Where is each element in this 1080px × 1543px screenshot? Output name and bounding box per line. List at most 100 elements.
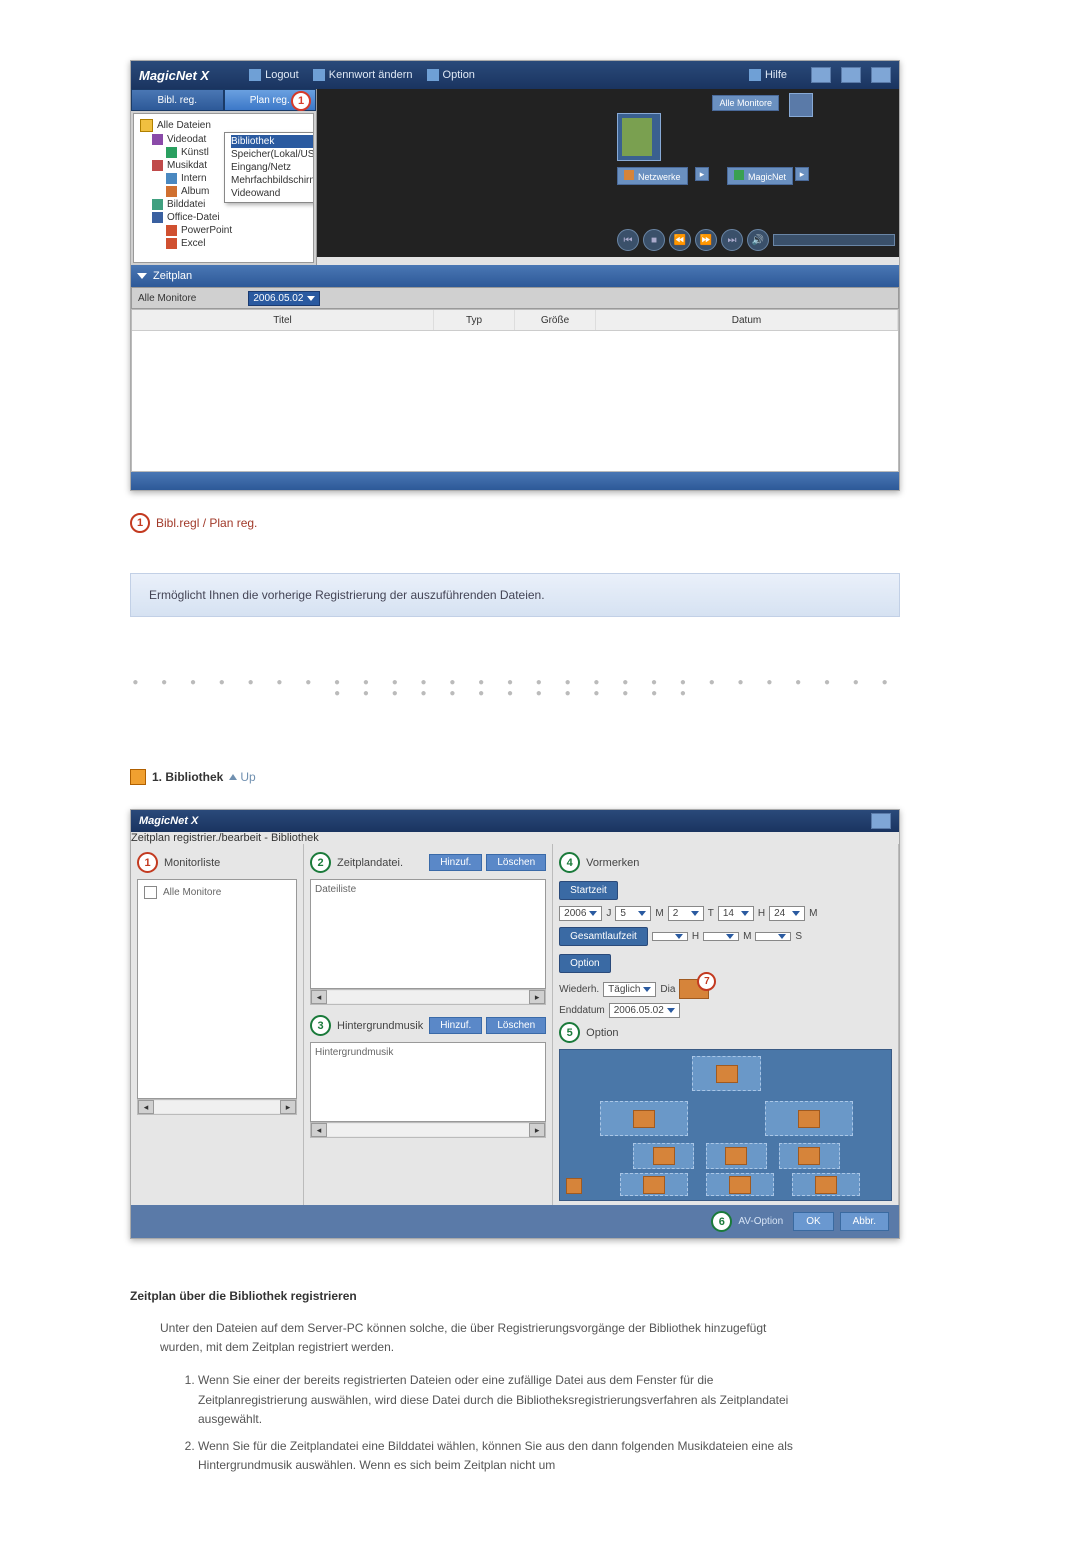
dur-s-select[interactable] [755, 932, 791, 941]
layout-cell[interactable] [600, 1101, 688, 1136]
window-close-icon[interactable] [871, 67, 891, 83]
layout-icon [633, 1110, 655, 1128]
hour-select[interactable]: 14 [718, 906, 754, 921]
tree-ppt[interactable]: PowerPoint [181, 225, 232, 236]
scroll-left-icon[interactable]: ◂ [138, 1100, 154, 1114]
layout-option-area[interactable] [559, 1049, 892, 1201]
col-datum[interactable]: Datum [596, 310, 898, 330]
file-tree[interactable]: Alle Dateien Videodat Künstl Musikdat In… [133, 113, 314, 263]
layout-icon [716, 1065, 738, 1083]
dur-h-select[interactable] [652, 932, 688, 941]
hscroll-2[interactable]: ◂▸ [310, 989, 546, 1005]
col-titel[interactable]: Titel [132, 310, 434, 330]
layout-origin-icon[interactable] [566, 1178, 582, 1194]
hinzuf-button-2[interactable]: Hinzuf. [429, 1017, 482, 1034]
callout-badge-1: 1 [291, 91, 311, 111]
tree-musik[interactable]: Musikdat [167, 160, 207, 171]
layout-cell[interactable] [706, 1143, 768, 1169]
player-fwd-icon[interactable]: ⏩ [695, 229, 717, 251]
ok-button[interactable]: OK [793, 1212, 833, 1231]
player-volume-slider[interactable] [773, 234, 895, 246]
tree-video[interactable]: Videodat [167, 134, 206, 145]
date-combo[interactable]: 2006.05.02 [248, 291, 320, 306]
tab-plan-reg[interactable]: Plan reg. 1 [224, 89, 317, 111]
arrow-icon[interactable]: ▸ [695, 167, 709, 181]
hinzuf-button[interactable]: Hinzuf. [429, 854, 482, 871]
scroll-right-icon[interactable]: ▸ [529, 1123, 545, 1137]
dur-m-select[interactable] [703, 932, 739, 941]
lbl-gs: S [795, 931, 802, 942]
layout-cell[interactable] [706, 1173, 774, 1196]
player-rew-icon[interactable]: ⏪ [669, 229, 691, 251]
layout-cell[interactable] [779, 1143, 841, 1169]
layout-cell[interactable] [620, 1173, 688, 1196]
magicnet-icon [734, 170, 744, 180]
preview-thumb[interactable] [617, 113, 661, 161]
menu-speicher[interactable]: Speicher(Lokal/USB) [231, 148, 314, 161]
col-typ[interactable]: Typ [434, 310, 515, 330]
help-button[interactable]: Hilfe [749, 69, 787, 81]
layout-cell[interactable] [692, 1056, 760, 1091]
player-stop-icon[interactable]: ■ [643, 229, 665, 251]
layout-cell[interactable] [765, 1101, 853, 1136]
app2-footer: 6 AV-Option OK Abbr. [131, 1205, 899, 1238]
tree-kunst[interactable]: Künstl [181, 147, 209, 158]
layout-icon [798, 1110, 820, 1128]
arrow-icon-2[interactable]: ▸ [795, 167, 809, 181]
scroll-left-icon[interactable]: ◂ [311, 1123, 327, 1137]
tree-bild[interactable]: Bilddatei [167, 199, 205, 210]
logout-button[interactable]: Logout [249, 69, 299, 81]
loeschen-button-2[interactable]: Löschen [486, 1017, 546, 1034]
layout-cell[interactable] [633, 1143, 695, 1169]
hintergrundmusik-box[interactable]: Hintergrundmusik [310, 1042, 546, 1122]
monitor-icon [790, 94, 812, 116]
menu-eingang[interactable]: Eingang/Netz [231, 161, 314, 174]
window-min-icon[interactable] [811, 67, 831, 83]
gear-icon [427, 69, 439, 81]
tree-album[interactable]: Album [181, 186, 209, 197]
ppt-icon [166, 225, 177, 236]
tab-bibl-reg[interactable]: Bibl. reg. [131, 89, 224, 111]
day-select[interactable]: 2 [668, 906, 704, 921]
player-next-icon[interactable]: ⏭ [721, 229, 743, 251]
tree-all-files[interactable]: Alle Dateien [157, 120, 211, 131]
scroll-right-icon[interactable]: ▸ [280, 1100, 296, 1114]
window-max-icon[interactable] [841, 67, 861, 83]
player-vol-icon[interactable]: 🔊 [747, 229, 769, 251]
layout-icon [798, 1147, 820, 1165]
year-select[interactable]: 2006 [559, 906, 602, 921]
wiederh-select[interactable]: Täglich [603, 982, 656, 997]
menu-mehrfach[interactable]: Mehrfachbildschirm [231, 174, 314, 187]
tree-excel[interactable]: Excel [181, 238, 205, 249]
monitor-list[interactable]: Alle Monitore [137, 879, 297, 1099]
dateiliste-box[interactable]: Dateiliste [310, 879, 546, 989]
hscroll-3[interactable]: ◂▸ [310, 1122, 546, 1138]
month-select[interactable]: 5 [615, 906, 651, 921]
layout-cell[interactable] [792, 1173, 860, 1196]
menu-videowand[interactable]: Videowand [231, 187, 314, 200]
preview-netzwerke-chip[interactable]: Netzwerke [617, 167, 688, 185]
scroll-left-icon[interactable]: ◂ [311, 990, 327, 1004]
hscroll[interactable]: ◂▸ [137, 1099, 297, 1115]
menu-bibliothek[interactable]: Bibliothek [231, 135, 314, 148]
preview-monitor-icon[interactable] [789, 93, 813, 117]
min-select[interactable]: 24 [769, 906, 805, 921]
abbr-button[interactable]: Abbr. [840, 1212, 889, 1231]
zeitplan-header[interactable]: Zeitplan [131, 265, 899, 287]
col-groesse[interactable]: Größe [515, 310, 596, 330]
loeschen-button[interactable]: Löschen [486, 854, 546, 871]
enddatum-select[interactable]: 2006.05.02 [609, 1003, 680, 1018]
up-link[interactable]: Up [229, 770, 255, 784]
window-close-icon[interactable] [871, 813, 891, 829]
scroll-right-icon[interactable]: ▸ [529, 990, 545, 1004]
option-button[interactable]: Option [427, 69, 475, 81]
checkbox-icon[interactable] [144, 886, 157, 899]
dia-button[interactable]: 7 [679, 979, 709, 999]
player-prev-icon[interactable]: ⏮ [617, 229, 639, 251]
context-menu[interactable]: Bibliothek Speicher(Lokal/USB) Eingang/N… [224, 132, 314, 203]
list-item[interactable]: Alle Monitore [142, 884, 292, 901]
password-button[interactable]: Kennwort ändern [313, 69, 413, 81]
preview-magicnet-chip[interactable]: MagicNet [727, 167, 793, 185]
tree-inter[interactable]: Intern [181, 173, 207, 184]
tree-office[interactable]: Office-Datei [167, 212, 220, 223]
